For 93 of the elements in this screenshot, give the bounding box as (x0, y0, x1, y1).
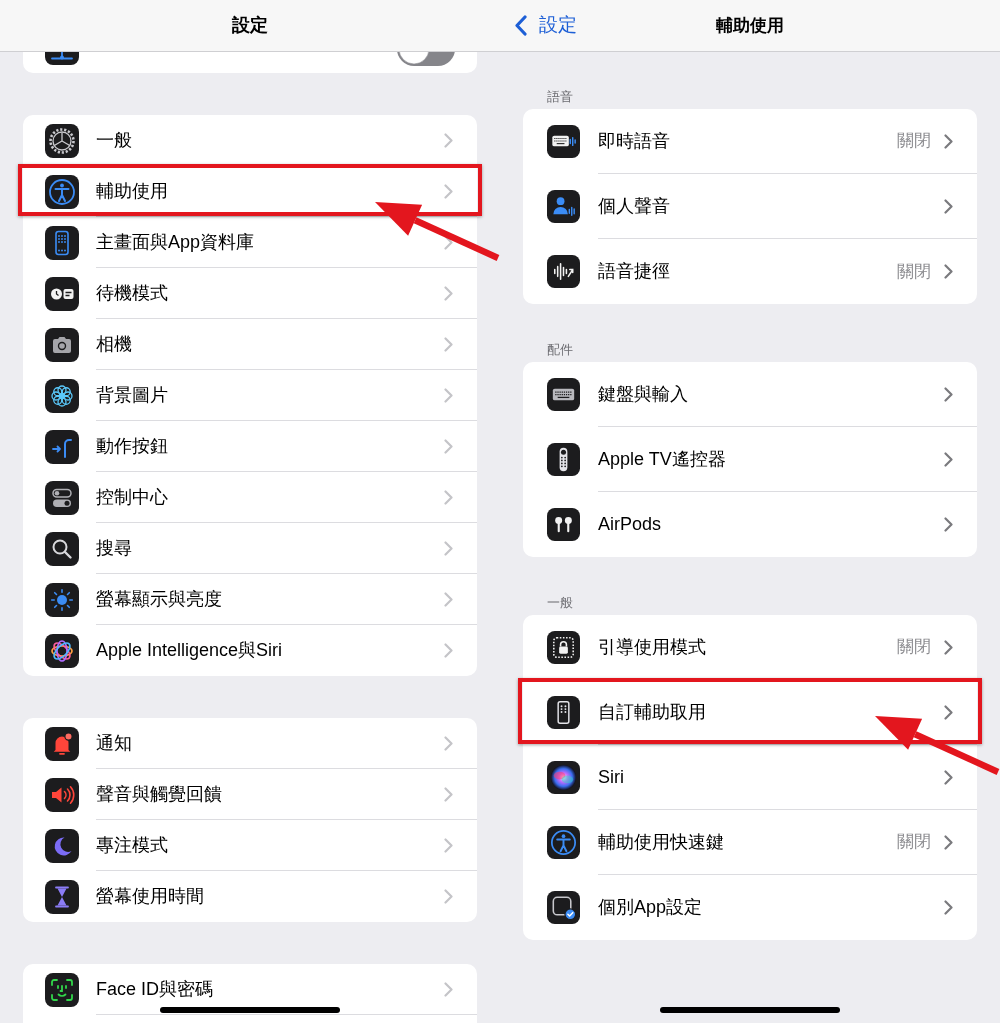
chevron-icon (944, 133, 953, 149)
section-header: 語音 (547, 89, 573, 104)
chevron-icon (444, 981, 453, 997)
back-button[interactable]: 設定 (514, 11, 577, 40)
row-label[interactable]: 背景圖片 (96, 381, 168, 409)
chevron-icon (444, 387, 453, 403)
row-label[interactable]: 待機模式 (96, 279, 168, 307)
hourglass-icon (45, 879, 79, 914)
row-label[interactable]: 螢幕使用時間 (96, 883, 204, 910)
chevron-icon (444, 183, 453, 199)
row-label[interactable]: 動作按鈕 (96, 432, 168, 460)
row-label[interactable]: 引導使用模式 (598, 633, 706, 661)
chevron-icon (444, 591, 453, 607)
row-label[interactable]: Siri (598, 763, 624, 791)
search-icon (45, 531, 79, 566)
person-wave-icon (547, 190, 580, 223)
row-label[interactable]: 輔助使用 (96, 177, 168, 205)
row-label[interactable]: Apple TV遙控器 (598, 445, 726, 473)
chevron-icon (444, 837, 453, 853)
chevron-left-icon (514, 15, 527, 36)
row-label[interactable]: 即時語音 (598, 127, 670, 155)
row-label[interactable]: AirPods (598, 511, 662, 538)
chevron-icon (944, 769, 953, 785)
toggle-switch[interactable] (397, 52, 455, 66)
chevron-icon (444, 735, 453, 751)
bell-icon (45, 726, 79, 761)
chevron-icon (444, 336, 453, 352)
chevron-icon (944, 198, 953, 214)
row-label[interactable]: 螢幕顯示與亮度 (96, 585, 222, 613)
chevron-icon (444, 489, 453, 505)
window-check-icon (547, 891, 580, 924)
keyboard-icon (547, 378, 580, 411)
row-label[interactable]: Apple Intelligence與Siri (96, 637, 283, 664)
chevron-icon (944, 704, 953, 720)
row-label[interactable]: 搜尋 (96, 534, 132, 562)
chevron-icon (444, 786, 453, 802)
chevron-icon (444, 889, 453, 904)
row-label[interactable]: 主畫面與App資料庫 (96, 228, 255, 256)
orb-icon (547, 761, 580, 794)
chevron-icon (944, 834, 953, 850)
row-label[interactable]: 鍵盤與輸入 (598, 380, 688, 408)
chevron-icon (944, 639, 953, 655)
section-header: 一般 (547, 595, 573, 610)
sun-icon (45, 582, 79, 617)
nav-title: 設定 (232, 14, 268, 37)
row-label[interactable]: 專注模式 (96, 831, 168, 859)
chevron-icon (944, 451, 953, 467)
chevron-icon (944, 264, 953, 279)
row-label[interactable]: 控制中心 (96, 483, 168, 511)
nav-title: 輔助使用 (716, 14, 784, 37)
row-label[interactable]: 輔助使用快速鍵 (598, 828, 724, 856)
row-value: 關閉 (897, 130, 931, 153)
network-icon (45, 52, 79, 65)
row-label[interactable]: 自訂輔助取用 (598, 698, 706, 726)
row-label[interactable]: 通知 (96, 729, 132, 757)
chevron-icon (444, 540, 453, 556)
chevron-icon (944, 517, 953, 532)
remote-icon (547, 443, 580, 476)
chevron-icon (944, 900, 953, 915)
gear-icon (45, 123, 79, 158)
camera-icon (45, 327, 79, 362)
clock-card-icon (45, 276, 79, 311)
waveform-icon (547, 255, 580, 288)
row-label[interactable]: 相機 (96, 330, 132, 358)
keyboard-wave-icon (547, 125, 580, 158)
row-label[interactable]: Face ID與密碼 (96, 975, 214, 1003)
earbuds-icon (547, 508, 580, 541)
row-value: 關閉 (897, 831, 931, 854)
moon-icon (45, 828, 79, 863)
chevron-icon (944, 386, 953, 402)
row-value: 關閉 (897, 260, 931, 283)
phone-grid-icon (45, 225, 79, 260)
accessibility-icon (547, 826, 580, 859)
row-label[interactable]: 個人聲音 (598, 192, 670, 220)
speaker-icon (45, 777, 79, 812)
row-label[interactable]: 語音捷徑 (598, 258, 670, 285)
toggles-icon (45, 480, 79, 515)
row-label[interactable]: 一般 (96, 126, 132, 154)
arrow-bracket-icon (45, 429, 79, 464)
accessibility-icon (45, 174, 79, 209)
row-value: 關閉 (897, 636, 931, 659)
row-label[interactable]: 個別App設定 (598, 894, 703, 921)
flower-icon (45, 378, 79, 413)
section-header: 配件 (547, 342, 573, 357)
row-label[interactable]: 聲音與觸覺回饋 (96, 780, 222, 808)
chevron-icon (444, 438, 453, 454)
chevron-icon (444, 132, 453, 148)
chevron-icon (444, 285, 453, 301)
looped-ring-icon (45, 633, 79, 668)
face-scan-icon (45, 972, 79, 1007)
keypad-phone-icon (547, 696, 580, 729)
chevron-icon (444, 643, 453, 658)
dotted-lock-icon (547, 631, 580, 664)
